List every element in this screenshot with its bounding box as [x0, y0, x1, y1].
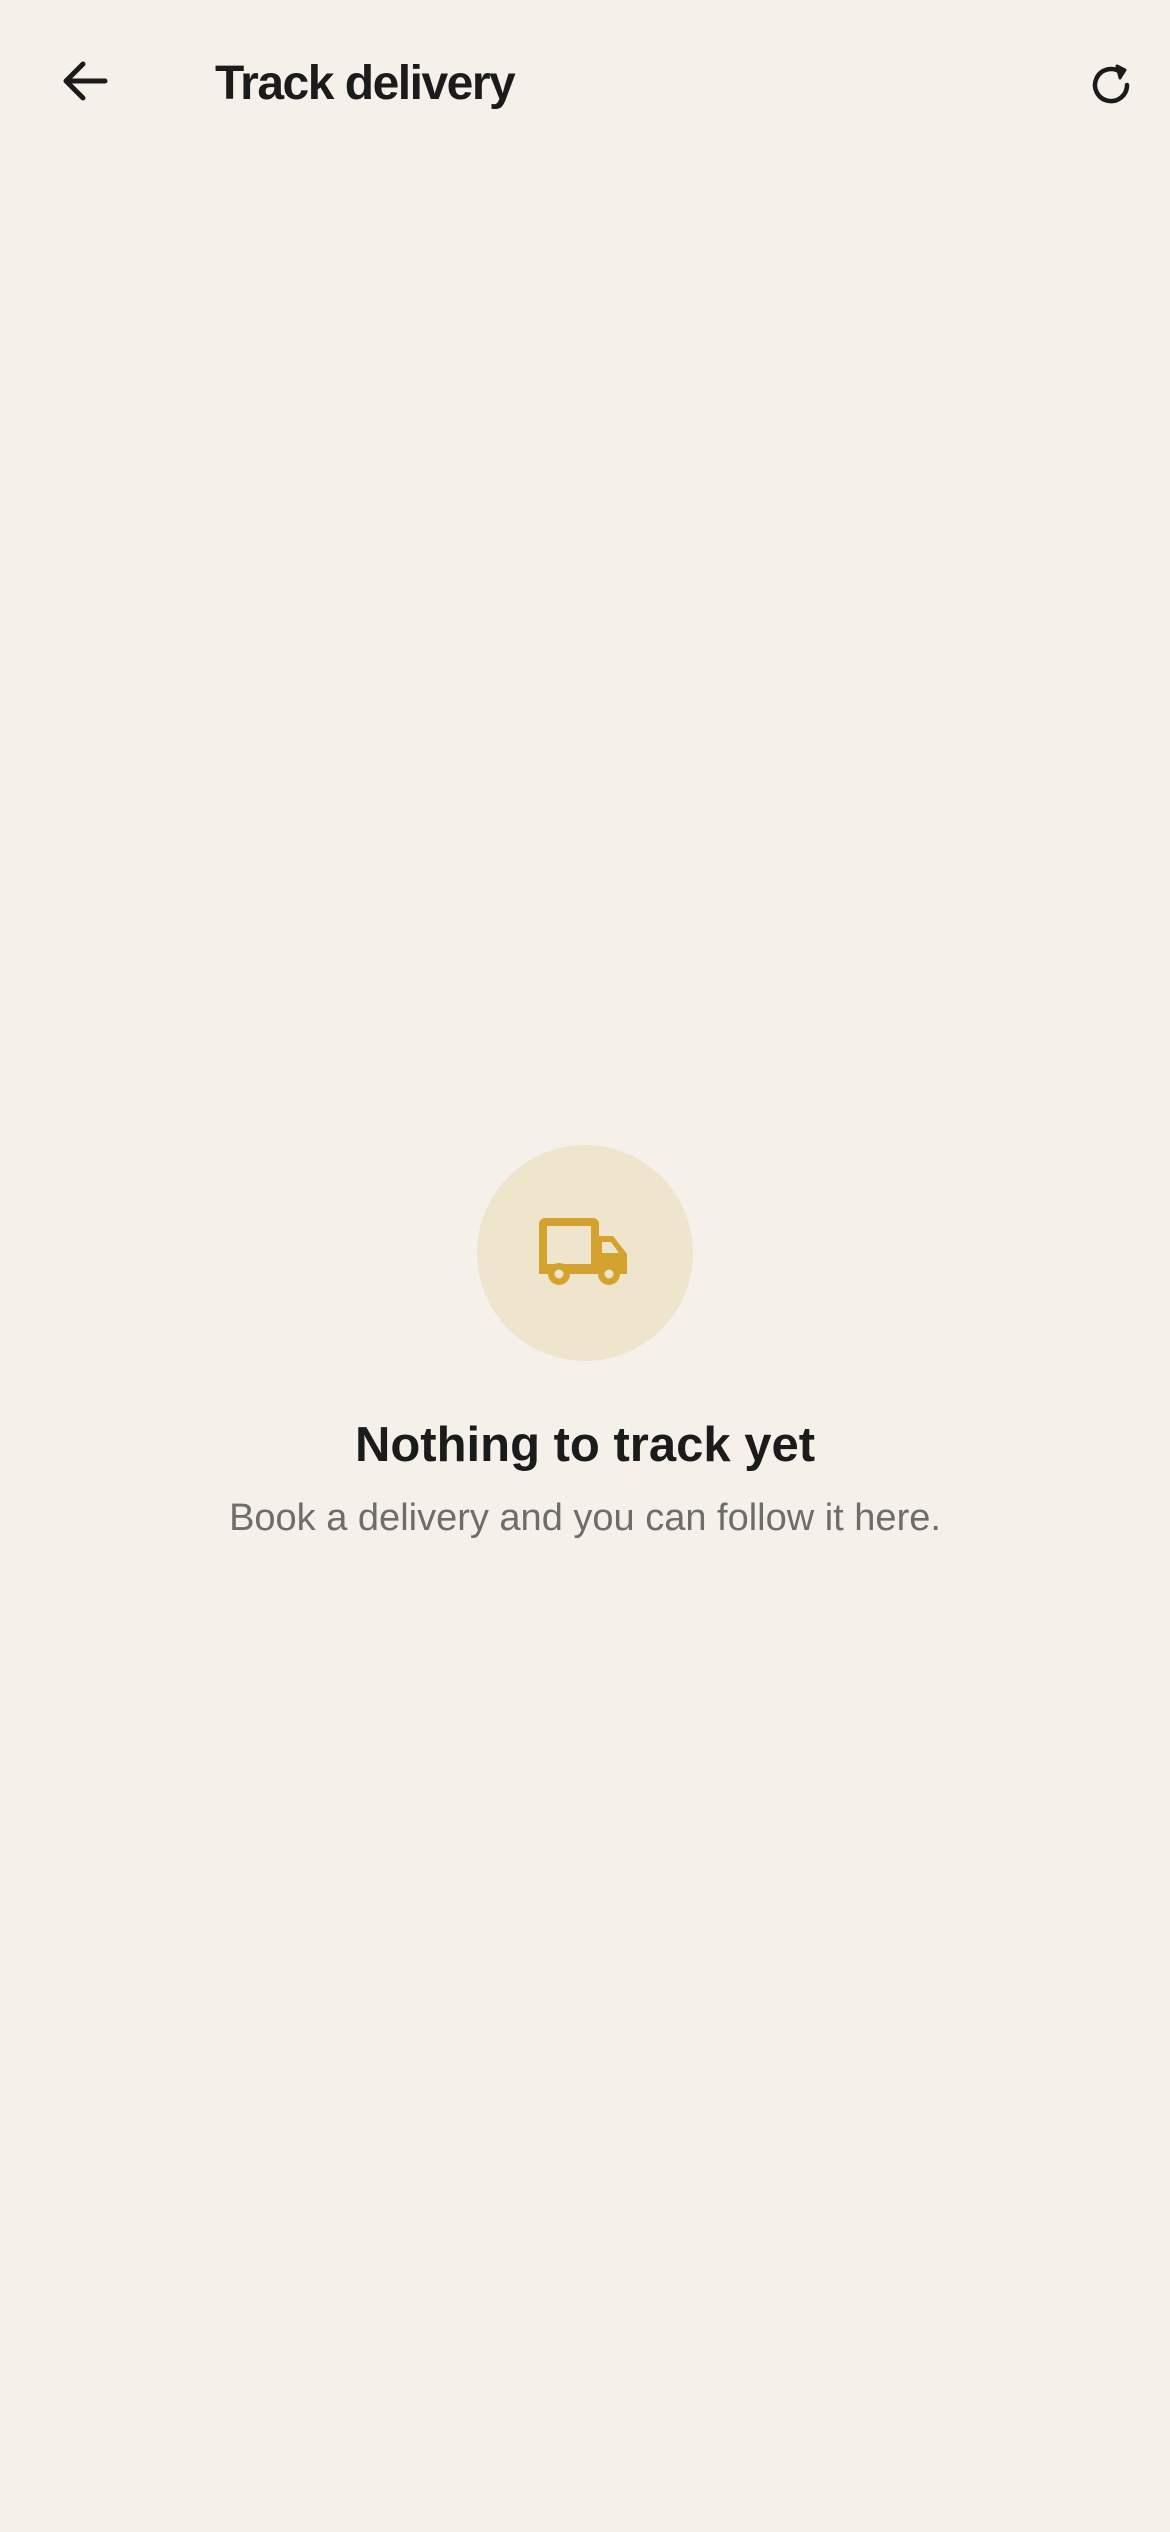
- refresh-icon: [1092, 64, 1130, 104]
- page-title: Track delivery: [215, 57, 516, 110]
- back-button[interactable]: [40, 36, 130, 126]
- empty-state-title: Nothing to track yet: [354, 1418, 816, 1472]
- truck-icon: [539, 1218, 627, 1285]
- app-bar: Track delivery: [0, 0, 1170, 170]
- empty-state: Nothing to track yet Book a delivery and…: [0, 1145, 1170, 1545]
- empty-state-subtitle: Book a delivery and you can follow it he…: [229, 1497, 941, 1539]
- empty-state-icon-circle: [477, 1145, 693, 1361]
- arrow-left-icon: [63, 61, 108, 101]
- refresh-button[interactable]: [1066, 40, 1156, 130]
